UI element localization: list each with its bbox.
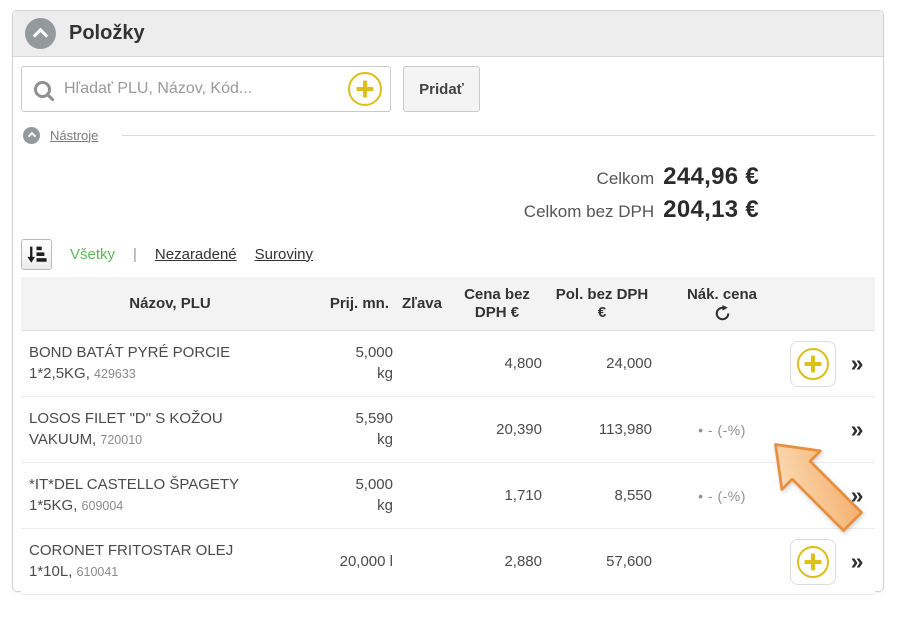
header-qty: Prij. mn. [319,295,397,313]
table-row[interactable]: CORONET FRITOSTAR OLEJ 1*10L, 610041 20,… [21,529,875,595]
table-row[interactable]: *IT*DEL CASTELLO ŠPAGETY 1*5KG, 609004 5… [21,463,875,529]
add-button[interactable]: Pridať [403,66,480,112]
plus-circle-icon [797,348,829,380]
item-purchase-price: • - (-%) [657,463,787,528]
total-value: 244,96 € [663,161,759,192]
search-box [21,66,391,112]
purchase-price-placeholder: • - (-%) [698,488,746,504]
header-discount: Zľava [397,295,447,313]
item-name: CORONET FRITOSTAR OLEJ 1*10L, 610041 [21,529,319,594]
item-purchase-price [657,529,787,594]
item-plu: 610041 [77,565,119,579]
item-open: » [839,463,875,528]
item-discount [397,331,447,396]
item-name: *IT*DEL CASTELLO ŠPAGETY 1*5KG, 609004 [21,463,319,528]
item-open: » [839,397,875,462]
item-quantity: 5,590 kg [319,397,397,462]
tab-unassigned[interactable]: Nezaradené [155,246,237,263]
tab-raw-materials[interactable]: Suroviny [255,246,313,263]
total-line: Celkom 244,96 € [13,161,883,194]
total-ex-vat-line: Celkom bez DPH 204,13 € [13,194,883,227]
quick-add-plus-icon[interactable] [348,72,382,106]
header-price-ex-vat: Cena bez DPH € [447,286,547,322]
item-plu: 609004 [82,499,124,513]
open-row-chevron[interactable]: » [851,550,864,573]
plus-circle-icon [797,546,829,578]
item-purchase-price [657,331,787,396]
search-input[interactable] [64,80,335,98]
item-action [787,397,839,462]
add-purchase-price-button[interactable] [790,539,836,585]
item-quantity: 5,000 kg [319,331,397,396]
item-price-ex-vat: 20,390 [447,397,547,462]
tabs-row: Všetky | Nezaradené Suroviny [13,237,883,271]
item-price-ex-vat: 2,880 [447,529,547,594]
collapse-panel-icon[interactable] [25,18,56,49]
refresh-icon[interactable] [714,305,731,322]
item-line-total-ex-vat: 57,600 [547,529,657,594]
item-unit: kg [377,363,393,384]
header-name: Názov, PLU [21,295,319,313]
header-line-total-ex-vat: Pol. bez DPH € [547,286,657,322]
items-panel: Položky Pridať Nástroje Celkom 244,96 € … [12,10,884,592]
item-discount [397,463,447,528]
tools-row: Nástroje [13,121,883,147]
item-open: » [839,331,875,396]
sort-amount-icon [26,244,47,265]
open-row-chevron[interactable]: » [851,352,864,375]
item-purchase-price: • - (-%) [657,397,787,462]
chevron-up-icon [33,27,49,43]
tools-link[interactable]: Nástroje [50,128,98,143]
panel-header: Položky [13,11,883,57]
item-discount [397,397,447,462]
item-quantity: 20,000 l [319,529,397,594]
item-line-total-ex-vat: 8,550 [547,463,657,528]
item-price-ex-vat: 4,800 [447,331,547,396]
tab-separator: | [133,246,137,263]
sort-button[interactable] [21,239,52,270]
add-purchase-price-button[interactable] [790,341,836,387]
item-price-ex-vat: 1,710 [447,463,547,528]
page: Položky Pridať Nástroje Celkom 244,96 € … [0,0,918,626]
table-header: Názov, PLU Prij. mn. Zľava Cena bez DPH … [21,277,875,331]
open-row-chevron[interactable]: » [851,418,864,441]
table-row[interactable]: LOSOS FILET "D" S KOŽOU VAKUUM, 720010 5… [21,397,875,463]
table-body: BOND BATÁT PYRÉ PORCIE 1*2,5KG, 429633 5… [21,331,875,595]
chevron-up-icon [27,132,35,140]
totals-block: Celkom 244,96 € Celkom bez DPH 204,13 € [13,161,883,227]
item-plu: 720010 [100,433,142,447]
tab-all[interactable]: Všetky [70,246,115,263]
item-name: BOND BATÁT PYRÉ PORCIE 1*2,5KG, 429633 [21,331,319,396]
item-discount [397,529,447,594]
total-label: Celkom [597,163,655,194]
item-quantity: 5,000 kg [319,463,397,528]
item-unit: kg [377,429,393,450]
total-ex-vat-label: Celkom bez DPH [524,196,654,227]
item-open: » [839,529,875,594]
items-table: Názov, PLU Prij. mn. Zľava Cena bez DPH … [21,277,875,595]
purchase-price-placeholder: • - (-%) [698,422,746,438]
search-icon [34,81,51,98]
item-name: LOSOS FILET "D" S KOŽOU VAKUUM, 720010 [21,397,319,462]
total-ex-vat-value: 204,13 € [663,194,759,225]
tools-collapse-icon[interactable] [23,127,40,144]
header-purchase-price: Nák. cena [657,286,787,322]
item-unit: kg [377,495,393,516]
open-row-chevron[interactable]: » [851,484,864,507]
item-line-total-ex-vat: 24,000 [547,331,657,396]
item-action [787,463,839,528]
item-plu: 429633 [94,367,136,381]
page-title: Položky [69,22,145,45]
table-row[interactable]: BOND BATÁT PYRÉ PORCIE 1*2,5KG, 429633 5… [21,331,875,397]
item-line-total-ex-vat: 113,980 [547,397,657,462]
item-action [787,331,839,396]
item-action [787,529,839,594]
divider-line [122,135,875,136]
search-row: Pridať [13,57,883,121]
